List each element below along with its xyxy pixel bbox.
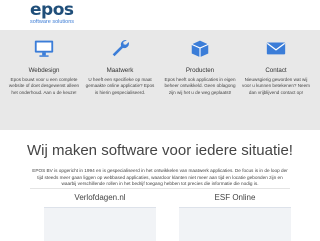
feature-description: U heeft een specifieke op maat gemaakte … xyxy=(85,77,155,95)
product-title[interactable]: ESF Online xyxy=(175,193,295,203)
monitor-icon xyxy=(34,40,54,57)
page-heading: Wij maken software voor iedere situatie! xyxy=(27,142,293,159)
intro-text: EPOS BV is opgericht in 1994 en is gespe… xyxy=(32,168,288,187)
feature-title: Maatwerk xyxy=(106,67,134,74)
feature-contact[interactable]: Contact Nieuwsgierig geworden wat wij vo… xyxy=(240,37,312,96)
product-title[interactable]: Verlofdagen.nl xyxy=(40,193,160,203)
epos-logo[interactable]: epos software solutions xyxy=(30,2,110,28)
feature-description: Epos heeft ook applicaties in eigen behe… xyxy=(164,77,236,95)
section-divider xyxy=(30,188,290,189)
product-screenshot xyxy=(44,207,156,241)
feature-producten[interactable]: Producten Epos heeft ook applicaties in … xyxy=(164,37,236,96)
feature-title: Contact xyxy=(265,67,287,74)
wrench-icon xyxy=(112,39,129,57)
product-card-esf-online[interactable]: ESF Online xyxy=(175,193,295,241)
feature-webdesign[interactable]: Webdesign Epos bouwt voor u een complete… xyxy=(8,37,80,96)
envelope-icon xyxy=(266,42,286,55)
feature-description: Epos bouwt voor u een complete website o… xyxy=(8,77,80,95)
box-icon xyxy=(191,40,209,58)
feature-title: Webdesign xyxy=(28,67,60,74)
logo-wordmark: epos xyxy=(30,0,74,20)
logo-tagline: software solutions xyxy=(30,19,75,25)
site-header: epos software solutions xyxy=(0,0,320,30)
feature-description: Nieuwsgierig geworden wat wij voor u kun… xyxy=(242,77,310,95)
product-card-verlofdagen[interactable]: Verlofdagen.nl xyxy=(40,193,160,241)
feature-title: Producten xyxy=(185,67,215,74)
feature-maatwerk[interactable]: Maatwerk U heeft een specifieke op maat … xyxy=(84,37,156,96)
product-screenshot xyxy=(179,207,291,241)
